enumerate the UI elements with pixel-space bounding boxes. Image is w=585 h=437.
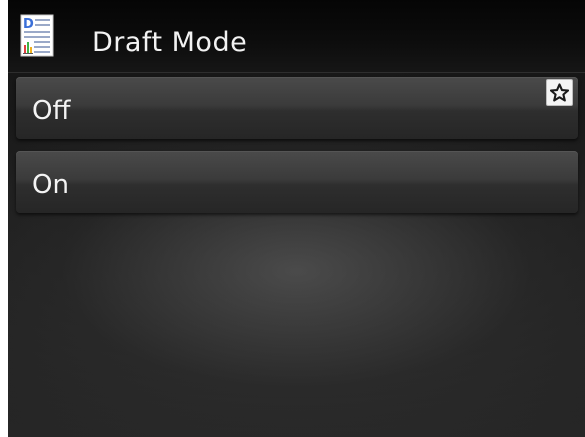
title-bar: D Draft Mode [8,0,585,73]
option-off-label: Off [32,96,71,126]
printer-panel-screen: D Draft Mode Off On [8,0,585,437]
option-off-button[interactable]: Off [16,77,578,139]
option-on-label: On [32,170,69,200]
star-icon [550,83,569,102]
page-title: Draft Mode [92,27,248,58]
icon-letter: D [23,17,34,32]
favorite-star-badge [546,79,573,106]
document-settings-icon: D [20,14,54,57]
option-on-button[interactable]: On [16,151,578,213]
